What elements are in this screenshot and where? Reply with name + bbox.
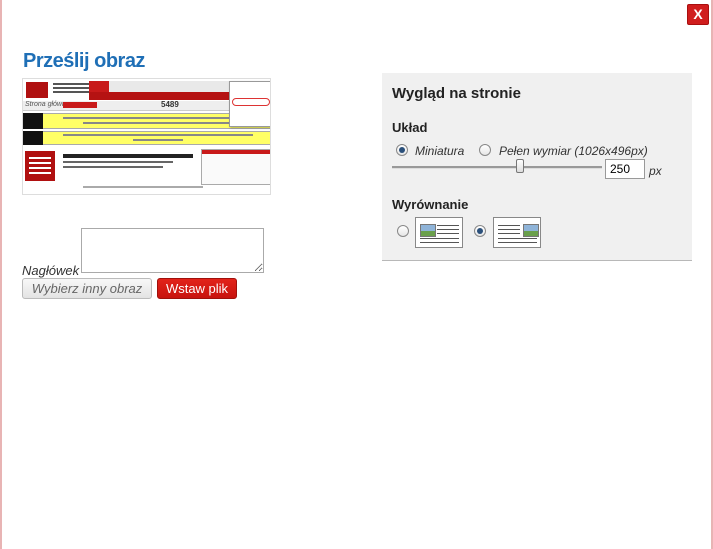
preview-notice-2-text	[63, 134, 253, 136]
align-left-radio[interactable]	[397, 225, 409, 237]
preview-sidebox	[201, 149, 270, 185]
preview-subnav	[89, 92, 229, 100]
preview-logo	[26, 82, 48, 98]
appearance-panel: Wygląd na stronie Układ Miniatura Pełen …	[382, 73, 692, 261]
preview-welcome-line-2	[63, 166, 163, 168]
image-preview: Strona główna 5489	[22, 78, 271, 195]
layout-full-label[interactable]: Pełen wymiar (1026x496px)	[499, 144, 648, 158]
close-button[interactable]: X	[687, 4, 709, 25]
preview-welcome-line	[63, 161, 173, 163]
preview-notice-2-tag	[23, 131, 43, 145]
layout-thumbnail-label[interactable]: Miniatura	[415, 144, 464, 158]
preview-nav-active	[89, 81, 109, 92]
insert-file-button[interactable]: Wstaw plik	[157, 278, 237, 299]
width-input[interactable]	[605, 159, 645, 179]
caption-label: Nagłówek	[22, 263, 80, 278]
caption-input[interactable]	[81, 228, 264, 273]
preview-footer	[83, 186, 203, 188]
preview-welcome-logo-stripes	[29, 157, 51, 175]
dialog-border-left	[0, 0, 2, 549]
preview-notice-1-tag	[23, 113, 43, 129]
layout-heading: Układ	[392, 120, 428, 135]
preview-notice-2-text-2	[133, 139, 183, 141]
preview-button	[63, 102, 97, 108]
preview-notice-1-text	[63, 117, 253, 119]
layout-thumbnail-radio[interactable]	[396, 144, 408, 156]
width-unit-label: px	[649, 164, 662, 178]
layout-full-radio[interactable]	[479, 144, 491, 156]
preview-popup-menu	[229, 81, 270, 127]
alignment-heading: Wyrównanie	[392, 197, 469, 212]
appearance-title: Wygląd na stronie	[392, 85, 521, 102]
align-right-icon[interactable]	[493, 217, 541, 248]
align-left-icon[interactable]	[415, 217, 463, 248]
choose-another-image-button[interactable]: Wybierz inny obraz	[22, 278, 152, 299]
width-slider-track[interactable]	[392, 166, 602, 169]
close-icon: X	[693, 6, 703, 22]
preview-notice-1-text-2	[83, 122, 233, 124]
preview-count: 5489	[161, 100, 179, 109]
align-right-radio[interactable]	[474, 225, 486, 237]
dialog-title: Prześlij obraz	[23, 50, 145, 72]
width-slider-handle[interactable]	[516, 159, 524, 173]
preview-welcome-heading	[63, 154, 193, 158]
